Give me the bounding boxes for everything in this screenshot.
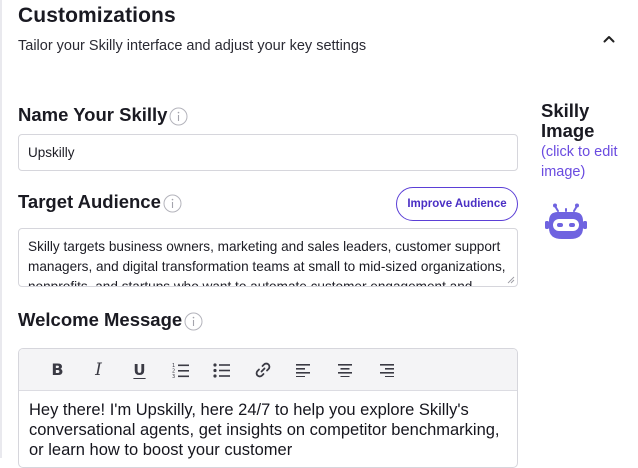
link-button[interactable] [242,349,283,390]
resize-handle-icon[interactable] [507,276,515,284]
collapse-button[interactable] [598,28,620,50]
target-audience-textarea[interactable]: Skilly targets business owners, marketin… [18,228,518,287]
editor-toolbar: B I U 1 2 3 [19,349,517,391]
ordered-list-button[interactable]: 1 2 3 [160,349,201,390]
robot-avatar-icon [545,203,587,239]
italic-button[interactable]: I [78,349,119,390]
audience-label-text: Target Audience [18,190,161,212]
page-title: Customizations [18,4,176,27]
info-icon[interactable] [163,194,182,213]
name-section-label: Name Your Skilly [18,103,188,126]
bold-button[interactable]: B [37,349,78,390]
bold-icon: B [51,360,64,379]
target-audience-text: Skilly targets business owners, marketin… [28,239,506,287]
panel-border [0,0,2,458]
welcome-section-label: Welcome Message [18,308,203,331]
svg-text:3: 3 [172,374,175,378]
align-right-icon [379,363,394,377]
ordered-list-icon: 1 2 3 [172,363,189,378]
align-center-icon [337,363,352,377]
skilly-name-input[interactable]: Upskilly [18,134,518,171]
improve-audience-button[interactable]: Improve Audience [396,187,518,221]
name-label-text: Name Your Skilly [18,103,168,125]
welcome-label-text: Welcome Message [18,308,183,330]
underline-button[interactable]: U [119,349,160,390]
align-right-button[interactable] [365,349,406,390]
skilly-image-title: Skilly Image [541,100,595,141]
underline-icon: U [133,360,146,379]
align-left-button[interactable] [283,349,324,390]
info-icon[interactable] [169,107,188,126]
link-icon [255,362,270,377]
chevron-up-icon [603,36,615,43]
bullet-list-button[interactable] [201,349,242,390]
page-subtitle: Tailor your Skilly interface and adjust … [18,38,367,54]
align-center-button[interactable] [324,349,365,390]
welcome-message-editor[interactable]: B I U 1 2 3 Hey there! I'm Upskilly, her… [18,348,518,468]
italic-icon: I [95,359,102,380]
info-icon[interactable] [184,312,203,331]
bullet-list-icon [212,362,230,378]
edit-image-link[interactable]: (click to edit image) [541,142,636,182]
align-left-icon [295,363,310,377]
robot-avatar[interactable] [544,201,588,245]
welcome-message-text[interactable]: Hey there! I'm Upskilly, here 24/7 to he… [19,391,517,467]
audience-section-label: Target Audience [18,190,182,213]
